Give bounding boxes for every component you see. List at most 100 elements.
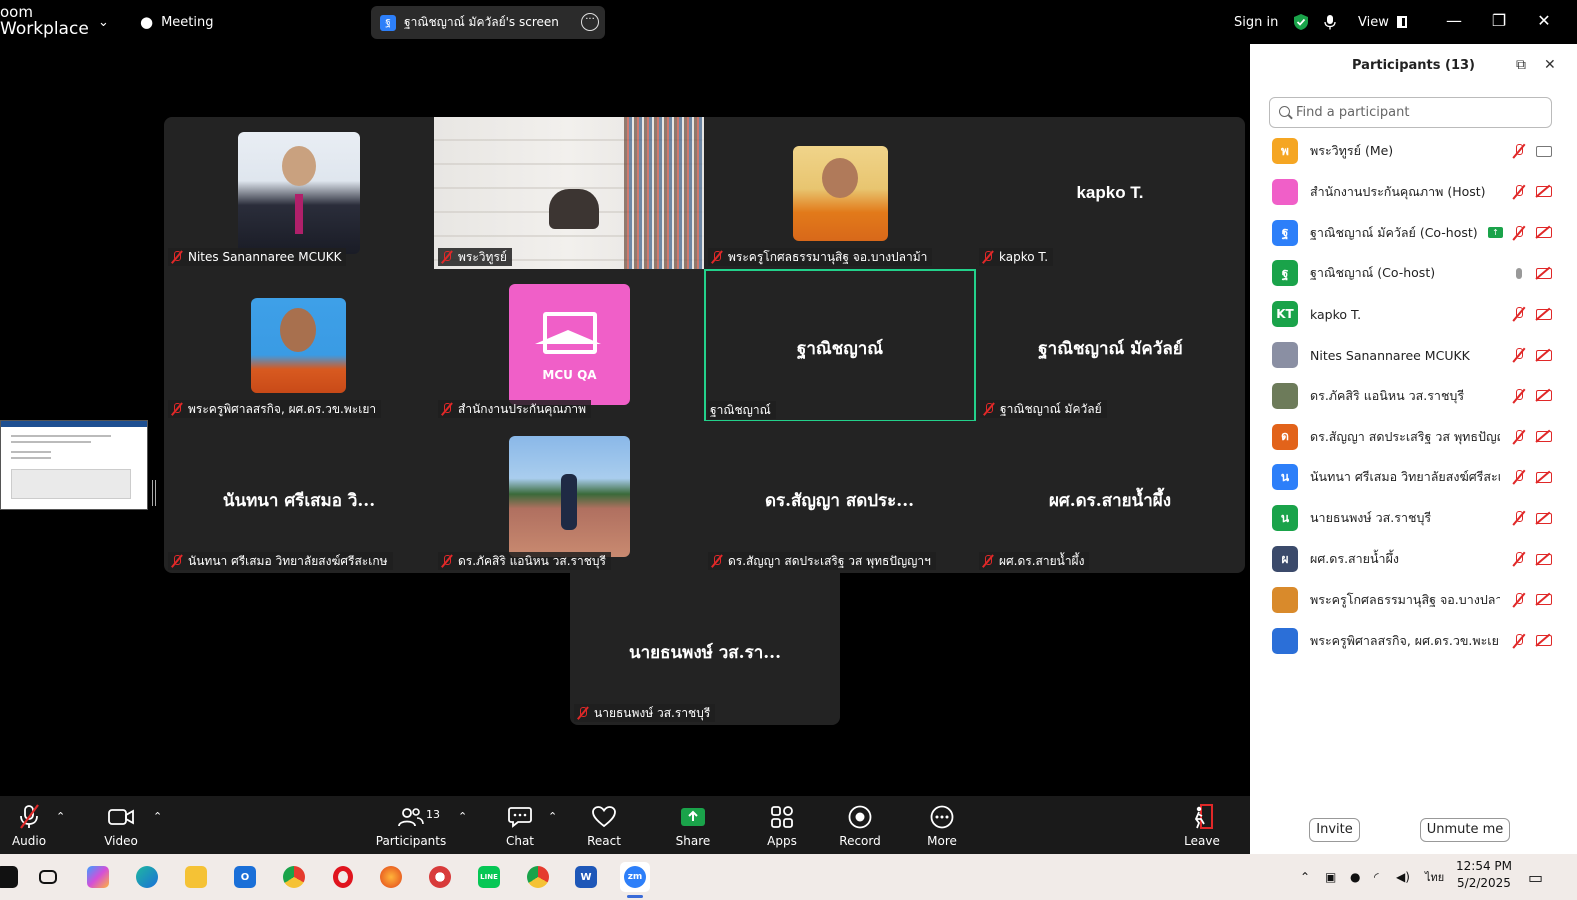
microphone-tray-icon[interactable]: ●: [1350, 854, 1360, 900]
app-icon-red[interactable]: [425, 862, 455, 892]
audio-status-icon[interactable]: [1324, 0, 1336, 44]
unmute-me-button[interactable]: Unmute me: [1420, 818, 1510, 842]
video-options-chevron-icon[interactable]: ⌃: [153, 810, 162, 823]
file-explorer-icon[interactable]: [181, 862, 211, 892]
muted-mic-icon[interactable]: [1512, 510, 1526, 526]
participant-row[interactable]: ด ดร.สัญญา สดประเสริฐ วส พุทธปัญญาฯ: [1250, 417, 1577, 457]
video-tile[interactable]: MCU QA สำนักงานประกันคุณภาพ: [434, 269, 704, 421]
shared-screen-thumbnail[interactable]: [0, 420, 148, 510]
zoom-taskbar-icon[interactable]: zm: [620, 862, 650, 898]
video-on-icon[interactable]: [1536, 145, 1552, 157]
meeting-menu[interactable]: ● Meeting: [140, 0, 214, 44]
participant-row[interactable]: พระครูโกศลธรรมานุสิฐ จอ.บางปลาม้า: [1250, 580, 1577, 620]
chat-options-chevron-icon[interactable]: ⌃: [548, 810, 557, 823]
leave-button[interactable]: Leave: [1182, 796, 1222, 854]
video-off-icon[interactable]: [1536, 471, 1552, 483]
video-tile[interactable]: นันทนา ศรีเสมอ วิ... นันทนา ศรีเสมอ วิทย…: [164, 421, 434, 573]
word-icon[interactable]: W: [571, 862, 601, 892]
video-off-icon[interactable]: [1536, 635, 1552, 647]
share-screen-button[interactable]: Share: [673, 796, 713, 854]
video-off-icon[interactable]: [1536, 553, 1552, 565]
muted-mic-icon[interactable]: [1512, 633, 1526, 649]
firefox-icon[interactable]: [376, 862, 406, 892]
video-off-icon[interactable]: [1536, 308, 1552, 320]
participant-row[interactable]: ฐ ฐาณิชญาณ์ (Co-host): [1250, 253, 1577, 293]
participant-row[interactable]: น นายธนพงษ์ วส.ราชบุรี: [1250, 498, 1577, 538]
video-off-icon[interactable]: [1536, 431, 1552, 443]
security-shield-icon[interactable]: [1293, 0, 1309, 44]
restore-icon[interactable]: ❐: [1476, 0, 1522, 40]
audio-button[interactable]: Audio: [8, 796, 50, 854]
video-tile[interactable]: พระวิทูรย์: [434, 117, 704, 269]
video-tile[interactable]: kapko T. kapko T.: [975, 117, 1245, 269]
input-language[interactable]: ไทย: [1425, 854, 1444, 900]
notification-icon[interactable]: ▭: [1528, 854, 1543, 900]
video-off-icon[interactable]: [1536, 349, 1552, 361]
muted-mic-icon[interactable]: [1512, 306, 1526, 322]
muted-mic-icon[interactable]: [1512, 592, 1526, 608]
chrome-profile-icon[interactable]: [523, 862, 553, 892]
react-button[interactable]: React: [584, 796, 624, 854]
participant-row[interactable]: น นันทนา ศรีเสมอ วิทยาลัยสงฆ์ศรีสะเกษ: [1250, 457, 1577, 497]
edge-icon[interactable]: [132, 862, 162, 892]
video-tile[interactable]: พระครูพิศาลสรกิจ, ผศ.ดร.วข.พะเยา: [164, 269, 434, 421]
participants-options-chevron-icon[interactable]: ⌃: [458, 810, 467, 823]
view-menu[interactable]: View: [1358, 0, 1407, 44]
participant-row[interactable]: ฐ ฐาณิชญาณ์ มัควัลย์ (Co-host) ↑: [1250, 213, 1577, 253]
participant-row[interactable]: Nites Sanannaree MCUKK: [1250, 335, 1577, 375]
video-tile[interactable]: พระครูโกศลธรรมานุสิฐ จอ.บางปลาม้า: [704, 117, 975, 269]
apps-button[interactable]: Apps: [762, 796, 802, 854]
participant-search-input[interactable]: Find a participant: [1269, 97, 1552, 128]
record-button[interactable]: Record: [838, 796, 882, 854]
video-off-icon[interactable]: [1536, 512, 1552, 524]
brand-dropdown-chevron-icon[interactable]: ⌄: [98, 0, 109, 44]
meet-now-icon[interactable]: ▣: [1325, 854, 1336, 900]
sign-in-link[interactable]: Sign in: [1234, 0, 1278, 44]
participant-row[interactable]: พ พระวิทูรย์ (Me): [1250, 131, 1577, 171]
video-tile[interactable]: ฐาณิชญาณ์ มัควัลย์ ฐาณิชญาณ์ มัควัลย์: [976, 269, 1245, 421]
muted-mic-icon[interactable]: [1512, 184, 1526, 200]
start-icon[interactable]: [0, 862, 22, 892]
thumbnail-drag-handle[interactable]: [152, 480, 156, 506]
minimize-icon[interactable]: —: [1431, 0, 1477, 40]
video-off-icon[interactable]: [1536, 390, 1552, 402]
chat-button[interactable]: Chat: [500, 796, 540, 854]
show-hidden-icons-chevron-icon[interactable]: ⌃: [1300, 854, 1310, 900]
video-off-icon[interactable]: [1536, 227, 1552, 239]
video-tile[interactable]: ผศ.ดร.สายน้ำผึ้ง ผศ.ดร.สายน้ำผึ้ง: [975, 421, 1245, 573]
opera-icon[interactable]: [328, 862, 358, 892]
participant-row[interactable]: ผ ผศ.ดร.สายน้ำผึ้ง: [1250, 539, 1577, 579]
task-view-icon[interactable]: [33, 862, 63, 892]
video-tile[interactable]: ดร.ภัคสิริ แอนิหน วส.ราชบุรี: [434, 421, 704, 573]
copilot-icon[interactable]: [83, 862, 113, 892]
outlook-icon[interactable]: O: [230, 862, 260, 892]
muted-mic-icon[interactable]: [1512, 469, 1526, 485]
pop-out-icon[interactable]: ⧉: [1516, 57, 1526, 73]
muted-mic-icon[interactable]: [1512, 429, 1526, 445]
more-button[interactable]: More: [922, 796, 962, 854]
line-icon[interactable]: LINE: [474, 862, 504, 892]
video-off-icon[interactable]: [1536, 594, 1552, 606]
video-tile[interactable]: ดร.สัญญา สดประ... ดร.สัญญา สดประเสริฐ วส…: [704, 421, 975, 573]
close-window-icon[interactable]: ✕: [1521, 0, 1567, 40]
video-off-icon[interactable]: [1536, 186, 1552, 198]
muted-mic-icon[interactable]: [1512, 143, 1526, 159]
muted-mic-icon[interactable]: [1512, 388, 1526, 404]
video-off-icon[interactable]: [1536, 267, 1552, 279]
clock[interactable]: 12:54 PM 5/2/2025: [1456, 858, 1512, 892]
audio-options-chevron-icon[interactable]: ⌃: [56, 810, 65, 823]
participant-row[interactable]: พระครูพิศาลสรกิจ, ผศ.ดร.วข.พะเยา: [1250, 621, 1577, 661]
participant-row[interactable]: ดร.ภัคสิริ แอนิหน วส.ราชบุรี: [1250, 376, 1577, 416]
chrome-icon[interactable]: [279, 862, 309, 892]
video-button[interactable]: Video: [100, 796, 142, 854]
mic-on-icon[interactable]: [1516, 267, 1522, 279]
wifi-icon[interactable]: ◜: [1374, 854, 1379, 900]
video-tile[interactable]: นายธนพงษ์ วส.รา... นายธนพงษ์ วส.ราชบุรี: [570, 573, 840, 725]
active-speaker-tile[interactable]: ฐาณิชญาณ์ ฐาณิชญาณ์: [704, 269, 976, 422]
muted-mic-icon[interactable]: [1512, 225, 1526, 241]
muted-mic-icon[interactable]: [1512, 347, 1526, 363]
screen-share-indicator[interactable]: ฐ ฐาณิชญาณ์ มัควัลย์'s screen ···: [371, 6, 605, 39]
participants-button[interactable]: Participants: [376, 796, 446, 854]
participant-row[interactable]: KT kapko T.: [1250, 294, 1577, 334]
muted-mic-icon[interactable]: [1512, 551, 1526, 567]
